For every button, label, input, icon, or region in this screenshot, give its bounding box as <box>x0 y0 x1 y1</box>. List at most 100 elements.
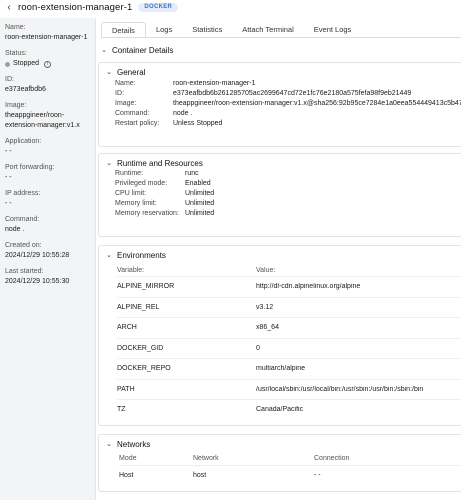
network-mode: Host <box>119 472 134 479</box>
runtime-value: Unlimited <box>185 210 215 217</box>
tab-attach-terminal[interactable]: Attach Terminal <box>232 22 304 38</box>
env-row: ALPINE_REL v3.12 <box>117 296 461 318</box>
env-row: TZ Canada/Pacific <box>117 399 461 420</box>
networks-toggle[interactable]: ⌄ Networks <box>99 435 461 449</box>
general-value: e373eafbdb6b261285705ac2699647cd72e1fc76… <box>173 90 412 97</box>
env-row: PATH/usr/local/sbin:/usr/local/bin:/usr/… <box>117 378 461 400</box>
tab-event-logs[interactable]: Event Logs <box>304 22 362 38</box>
status-label: Status: <box>5 50 27 57</box>
environments-card: ⌄ Environments Variable: Value: ALPINE_M… <box>98 245 461 426</box>
runtime-key: Privileged mode: <box>115 180 168 187</box>
command-value: node . <box>5 226 25 233</box>
general-row: ID: e373eafbdb6b261285705ac2699647cd72e1f… <box>99 89 461 99</box>
created-label: Created on: <box>5 242 42 249</box>
tab-details[interactable]: Details <box>101 22 146 38</box>
general-title: General <box>117 67 146 77</box>
port-forwarding-value: - - <box>5 174 12 181</box>
general-row: Image: theappgineer/roon-extension-manage… <box>99 99 461 109</box>
connection-column-header: Connection <box>314 455 350 462</box>
general-key: Image: <box>115 100 137 107</box>
id-label: ID: <box>5 76 14 83</box>
chevron-down-icon: ⌄ <box>106 160 112 167</box>
general-key: Restart policy: <box>115 120 160 127</box>
general-value: node . <box>173 110 193 117</box>
variable-column-header: Variable: <box>117 266 145 274</box>
port-forwarding-label: Port forwarding: <box>5 164 55 171</box>
general-row: Command: node . <box>99 109 461 119</box>
sidebar-status: Status: Stopped i <box>5 50 95 69</box>
back-arrow-icon[interactable]: ‹ <box>4 2 14 13</box>
general-value: roon-extension-manager-1 <box>173 80 256 87</box>
runtime-row: Runtime: runc <box>99 169 461 179</box>
environments-header: Variable: Value: <box>117 264 461 276</box>
sidebar-created: Created on: 2024/12/29 10:55:28 <box>5 242 95 261</box>
sidebar-id: ID: e373eafbdb6 <box>5 76 95 95</box>
env-variable: ALPINE_REL <box>117 303 160 311</box>
application-value: - - <box>5 148 12 155</box>
info-icon[interactable]: i <box>44 60 52 68</box>
runtime-value: Unlimited <box>185 190 215 197</box>
sidebar-started: Last started: 2024/12/29 10:55:30 <box>5 268 95 287</box>
env-variable: PATH <box>117 385 135 393</box>
value-column-header: Value: <box>256 266 276 274</box>
header-bar: ‹ roon-extension-manager-1 DOCKER <box>0 0 461 14</box>
general-value: theappgineer/roon-extension-manager:v1.x… <box>173 100 461 107</box>
env-variable: ALPINE_MIRROR <box>117 283 175 291</box>
chevron-down-icon: ⌄ <box>106 252 112 259</box>
container-title: roon-extension-manager-1 <box>18 1 133 13</box>
runtime-row: Privileged mode: Enabled <box>99 179 461 189</box>
ip-address-label: IP address: <box>5 190 41 197</box>
general-toggle[interactable]: ⌄ General <box>99 63 461 77</box>
env-value: v3.12 <box>256 303 274 311</box>
image-value: theappgineer/roon-extension-manager:v1.x <box>5 112 80 129</box>
environments-title: Environments <box>117 250 166 260</box>
tab-divider <box>101 37 461 38</box>
runtime-toggle[interactable]: ⌄ Runtime and Resources <box>99 154 461 168</box>
runtime-title: Runtime and Resources <box>117 158 203 168</box>
sidebar-name: Name: roon-extension-manager-1 <box>5 24 95 43</box>
command-label: Command: <box>5 216 40 223</box>
env-row: DOCKER_GID 0 <box>117 337 461 359</box>
networks-card: ⌄ Networks Mode Network Connection Host … <box>98 434 461 492</box>
name-value: roon-extension-manager-1 <box>5 34 88 41</box>
tab-logs[interactable]: Logs <box>146 22 182 38</box>
environments-toggle[interactable]: ⌄ Environments <box>99 246 461 260</box>
env-value: multiarch/alpine <box>256 365 306 373</box>
general-card: ⌄ General Name: roon-extension-manager-1 … <box>98 62 461 147</box>
runtime-value: Enabled <box>185 180 211 187</box>
general-key: Name: <box>115 80 136 87</box>
tab-bar: Details Logs Statistics Attach Terminal … <box>101 22 361 38</box>
last-started-label: Last started: <box>5 268 44 275</box>
networks-header: Mode Network Connection <box>119 452 461 465</box>
runtime-card: ⌄ Runtime and Resources Runtime: runc Pri… <box>98 153 461 237</box>
container-details-toggle[interactable]: ⌄ Container Details <box>100 44 461 56</box>
chevron-down-icon: ⌄ <box>101 47 107 54</box>
image-label: Image: <box>5 102 27 109</box>
general-row: Restart policy: Unless Stopped <box>99 119 461 129</box>
env-value: /usr/local/sbin:/usr/local/bin:/usr/sbin… <box>256 385 424 393</box>
env-variable: DOCKER_REPO <box>117 365 171 373</box>
type-badge: DOCKER <box>138 2 179 12</box>
runtime-key: Runtime: <box>115 170 144 177</box>
name-label: Name: <box>5 24 26 31</box>
created-value: 2024/12/29 10:55:28 <box>5 252 70 259</box>
runtime-key: Memory reservation: <box>115 210 179 217</box>
chevron-down-icon: ⌄ <box>106 69 112 76</box>
general-row: Name: roon-extension-manager-1 <box>99 79 461 89</box>
network-column-header: Network <box>193 455 219 462</box>
tab-statistics[interactable]: Statistics <box>182 22 232 38</box>
env-variable: TZ <box>117 406 126 414</box>
status-row: Stopped i <box>5 59 95 69</box>
sidebar-application: Application: - - <box>5 138 95 157</box>
network-row: Host host - - <box>119 465 461 485</box>
env-row: DOCKER_REPO multiarch/alpine <box>117 358 461 379</box>
env-variable: ARCH <box>117 324 137 332</box>
chevron-down-icon: ⌄ <box>106 441 112 448</box>
ip-address-value: - - <box>5 200 12 207</box>
general-value: Unless Stopped <box>173 120 223 127</box>
runtime-value: Unlimited <box>185 200 215 207</box>
mode-column-header: Mode <box>119 455 137 462</box>
networks-title: Networks <box>117 439 151 449</box>
network-name: host <box>193 472 207 479</box>
env-value: 0 <box>256 344 260 352</box>
